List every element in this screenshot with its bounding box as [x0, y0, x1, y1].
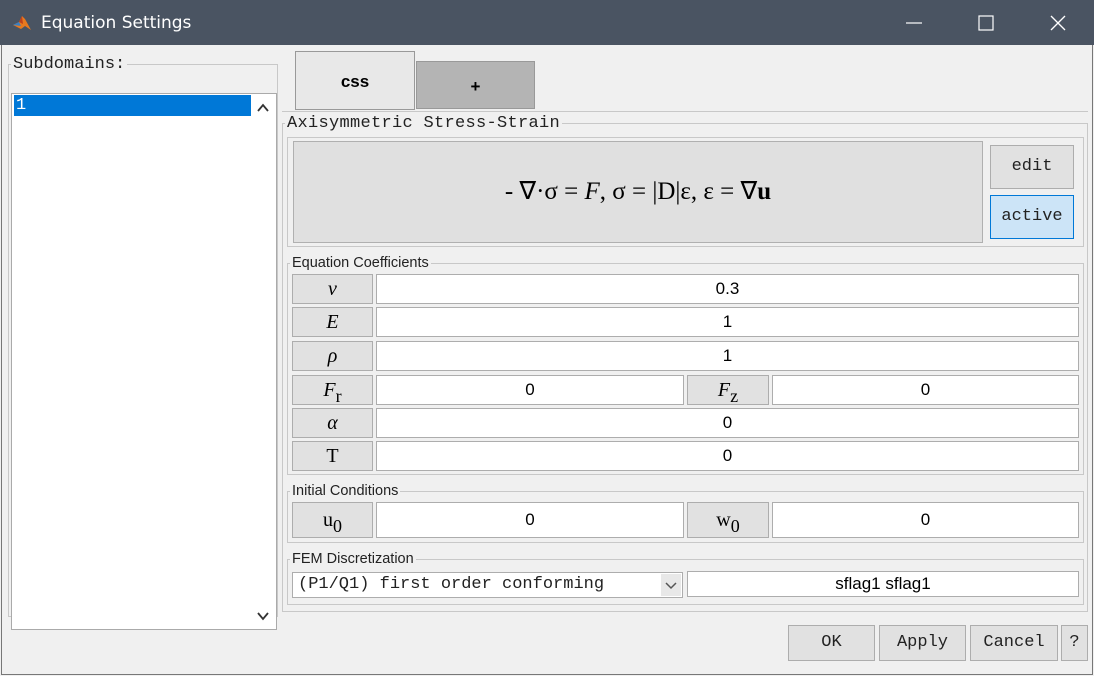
- coefficients-title: Equation Coefficients: [292, 255, 429, 271]
- subdomains-group: Subdomains: 1: [8, 55, 278, 630]
- close-button[interactable]: [1024, 0, 1094, 45]
- minimize-icon: [906, 22, 922, 24]
- equation-display: - ∇·σ = F, σ = |D|ε, ε = ∇u: [293, 141, 983, 243]
- coef-fz-label[interactable]: Fz: [687, 375, 769, 406]
- tab-css[interactable]: css: [295, 51, 415, 110]
- fem-title: FEM Discretization: [292, 551, 414, 567]
- coef-nu-label[interactable]: ν: [292, 274, 373, 304]
- alpha-symbol: α: [327, 412, 338, 434]
- coef-fr-input[interactable]: 0: [376, 375, 684, 405]
- tab-divider: [282, 111, 1088, 112]
- maximize-button[interactable]: [952, 0, 1022, 45]
- fr-symbol: F: [323, 379, 336, 401]
- minimize-button[interactable]: [880, 0, 950, 45]
- w0-symbol: w: [716, 509, 731, 531]
- fz-subscript: z: [730, 386, 739, 406]
- coef-rho-input[interactable]: 1: [376, 341, 1079, 371]
- apply-button[interactable]: Apply: [879, 625, 966, 661]
- tab-add[interactable]: +: [416, 61, 535, 109]
- coef-e-input[interactable]: 1: [376, 307, 1079, 337]
- u0-symbol: u: [323, 509, 333, 531]
- coef-alpha-input[interactable]: 0: [376, 408, 1079, 438]
- w0-subscript: 0: [730, 516, 740, 536]
- subdomain-listbox[interactable]: 1: [11, 93, 277, 630]
- coef-fr-label[interactable]: Fr: [292, 375, 373, 406]
- chevron-down-icon: [665, 582, 677, 590]
- e-symbol: E: [326, 311, 339, 333]
- equation-source: - ∇·σ = F, σ = |D|ε, ε = ∇u: [2, 45, 3, 46]
- coef-rho-label[interactable]: ρ: [292, 341, 373, 371]
- rho-symbol: ρ: [327, 345, 338, 367]
- window-body: Subdomains: 1 css + Axisymmetric Stress-…: [1, 45, 1093, 675]
- init-w0-label[interactable]: w0: [687, 502, 769, 538]
- scroll-up-icon[interactable]: [254, 99, 272, 117]
- maximize-icon: [978, 15, 994, 31]
- cancel-button[interactable]: Cancel: [970, 625, 1058, 661]
- coef-t-label[interactable]: T: [292, 441, 373, 471]
- element-type-select[interactable]: (P1/Q1) first order conforming: [292, 572, 683, 598]
- close-icon: [1050, 15, 1066, 31]
- help-button[interactable]: ?: [1061, 625, 1088, 661]
- equation-panel-title: Axisymmetric Stress-Strain: [287, 114, 561, 133]
- fr-subscript: r: [335, 386, 342, 406]
- subdomains-label: Subdomains:: [13, 55, 126, 74]
- subdomain-item-1[interactable]: 1: [14, 95, 251, 116]
- equation-text: - ∇·σ = F, σ = |D|ε, ε = ∇u: [504, 178, 772, 205]
- dropdown-arrow[interactable]: [661, 574, 681, 596]
- title-bar: Equation Settings: [0, 0, 1094, 45]
- init-u0-label[interactable]: u0: [292, 502, 373, 538]
- coef-fz-input[interactable]: 0: [772, 375, 1079, 405]
- coef-alpha-label[interactable]: α: [292, 408, 373, 438]
- fem-flags-input[interactable]: sflag1 sflag1: [687, 571, 1079, 597]
- coef-t-input[interactable]: 0: [376, 441, 1079, 471]
- initial-conditions-title: Initial Conditions: [292, 483, 399, 499]
- active-button[interactable]: active: [990, 195, 1074, 239]
- init-u0-input[interactable]: 0: [376, 502, 684, 538]
- scroll-down-icon[interactable]: [254, 607, 272, 625]
- nu-symbol: ν: [328, 278, 337, 300]
- window-title: Equation Settings: [41, 13, 192, 33]
- init-w0-input[interactable]: 0: [772, 502, 1079, 538]
- coef-e-label[interactable]: E: [292, 307, 373, 337]
- edit-button[interactable]: edit: [990, 145, 1074, 189]
- element-type-value: (P1/Q1) first order conforming: [298, 575, 605, 594]
- ok-button[interactable]: OK: [788, 625, 875, 661]
- u0-subscript: 0: [333, 516, 342, 536]
- matlab-icon: [13, 16, 31, 30]
- fz-symbol: F: [717, 379, 731, 401]
- coef-nu-input[interactable]: 0.3: [376, 274, 1079, 304]
